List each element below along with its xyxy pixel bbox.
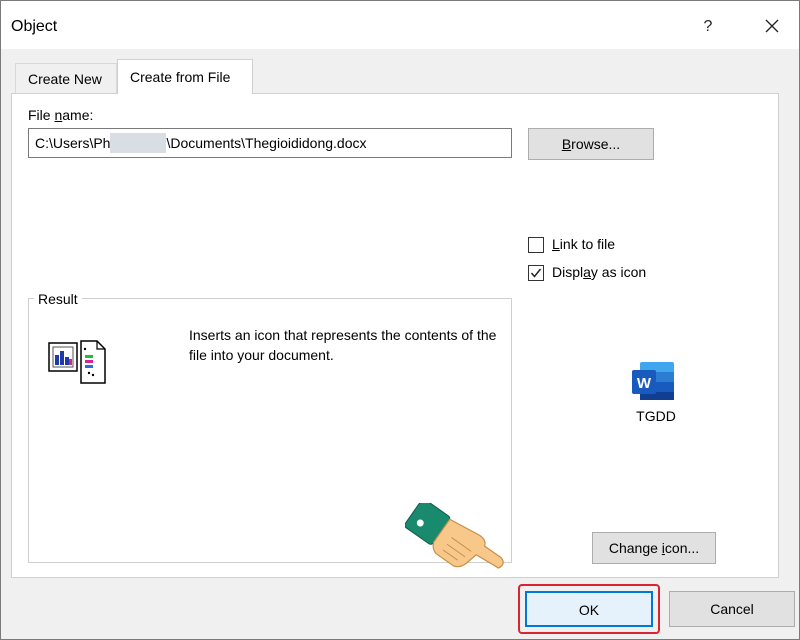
file-path-start: C:\Users\Ph	[35, 135, 111, 151]
object-icon-illustration	[47, 337, 107, 388]
tab-create-from-file[interactable]: Create from File	[117, 59, 253, 94]
link-to-file-label: Link to file	[552, 236, 616, 252]
cancel-button[interactable]: Cancel	[669, 591, 795, 627]
file-name-label: File name:	[28, 107, 94, 123]
svg-text:W: W	[637, 375, 652, 392]
dialog-title: Object	[11, 18, 58, 35]
redacted-username	[110, 132, 167, 153]
icon-caption: TGDD	[636, 408, 676, 424]
ok-button[interactable]: OK	[525, 591, 653, 627]
link-to-file-checkbox[interactable]	[528, 237, 544, 253]
word-icon: W	[630, 360, 676, 405]
create-from-file-panel: File name: C:\Users\Ph \Documents\Thegioi…	[11, 93, 779, 578]
file-path-end: \Documents\Thegioididong.docx	[166, 135, 367, 151]
result-legend: Result	[34, 291, 82, 307]
checkmark-icon	[530, 268, 542, 278]
browse-button[interactable]: Browse...	[528, 128, 654, 160]
display-as-icon-checkbox[interactable]	[528, 265, 544, 281]
change-icon-button[interactable]: Change icon...	[592, 532, 716, 564]
pointing-hand-icon	[404, 498, 529, 610]
close-button[interactable]	[757, 13, 787, 41]
file-name-input[interactable]: C:\Users\Ph \Documents\Thegioididong.docx	[28, 128, 512, 158]
tab-create-new[interactable]: Create New	[15, 63, 117, 93]
display-as-icon-label: Display as icon	[552, 264, 647, 280]
result-description: Inserts an icon that represents the cont…	[189, 327, 497, 363]
title-bar: Object ?	[1, 1, 799, 49]
help-button[interactable]: ?	[693, 13, 723, 41]
object-dialog: Object ? Create New Create from File Fil…	[0, 0, 800, 640]
close-icon	[765, 19, 779, 33]
